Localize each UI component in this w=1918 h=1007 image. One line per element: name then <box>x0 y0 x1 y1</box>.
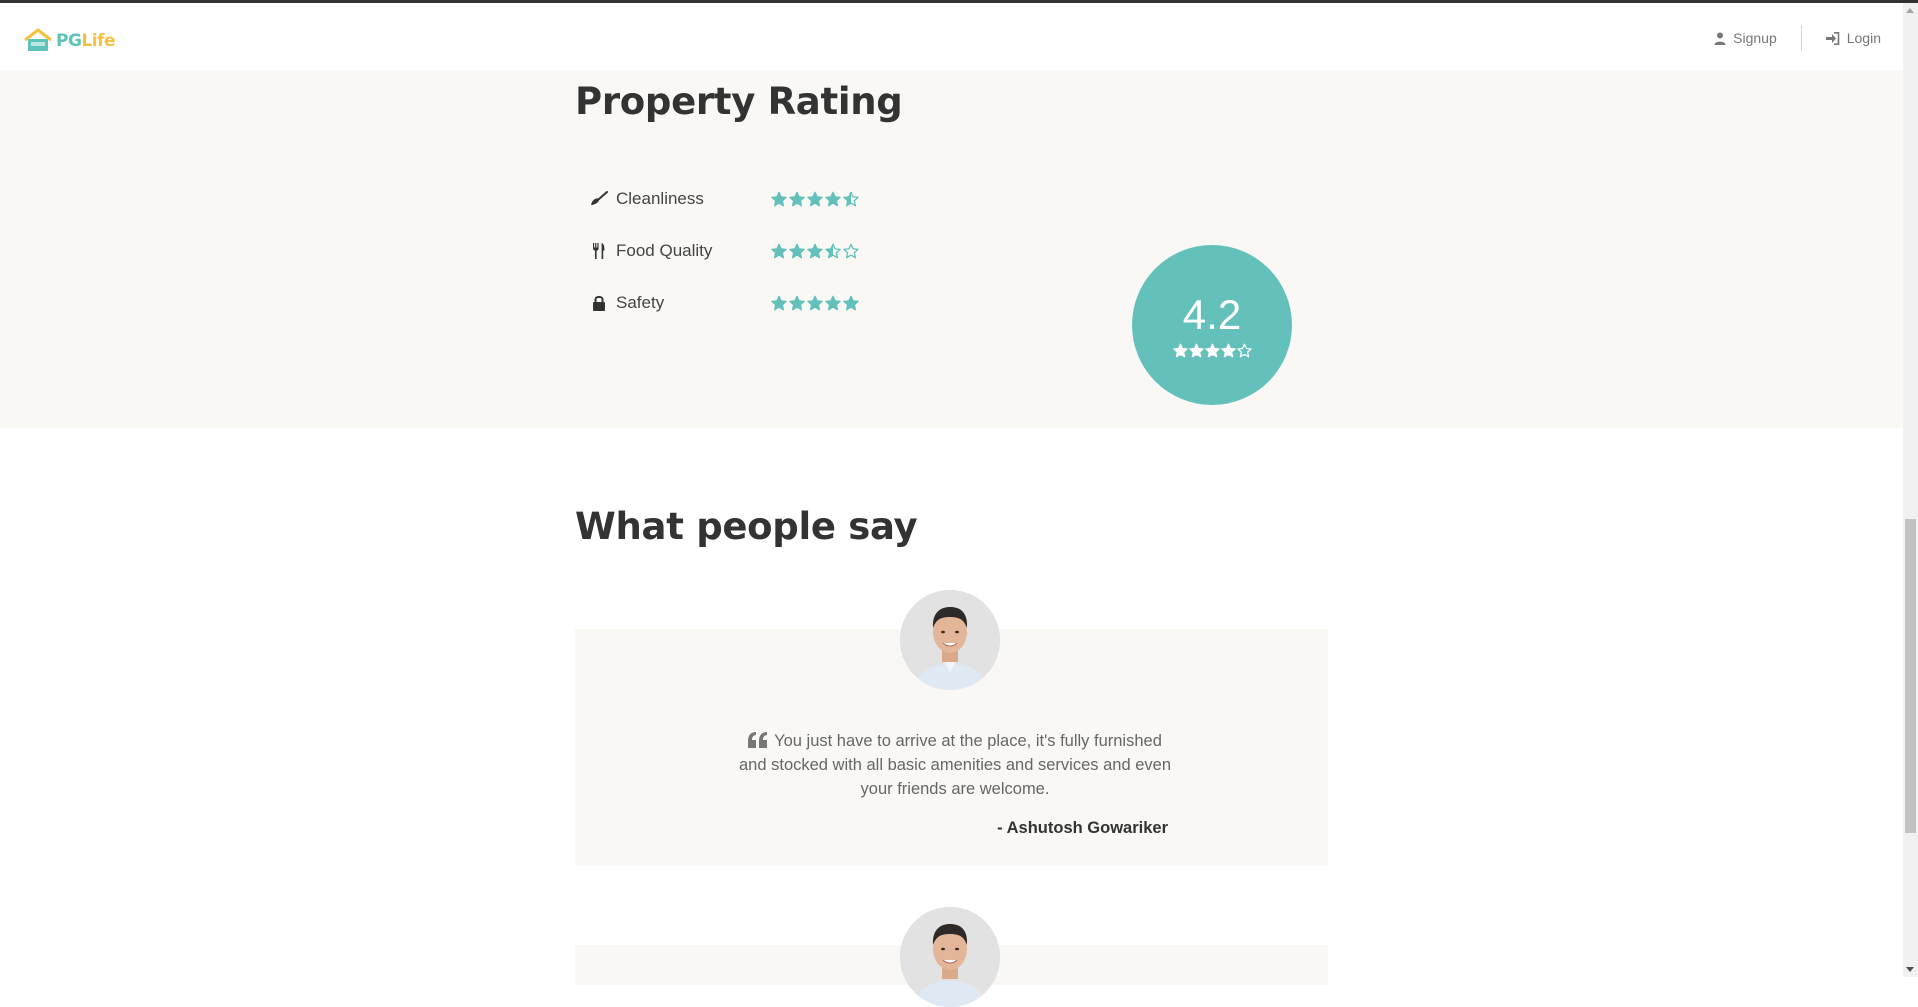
signup-label: Signup <box>1733 30 1777 46</box>
signup-link[interactable]: Signup <box>1690 30 1801 46</box>
overall-rating-circle: 4.2 <box>1132 245 1292 405</box>
star-full-icon <box>807 243 823 259</box>
property-rating-section: Property Rating Cleanliness Food Quality… <box>0 70 1903 428</box>
rating-row-safety: Safety <box>590 293 859 313</box>
login-label: Login <box>1846 30 1881 46</box>
star-full-icon <box>789 295 805 311</box>
testimonials-title: What people say <box>575 505 918 548</box>
rating-row-food-quality: Food Quality <box>590 241 859 261</box>
user-icon <box>1714 32 1726 45</box>
star-rating <box>771 191 859 207</box>
overall-star-rating <box>1172 343 1252 358</box>
navbar: PGLife Signup Login <box>0 3 1903 70</box>
scroll-thumb[interactable] <box>1905 519 1916 833</box>
property-rating-title: Property Rating <box>575 80 903 123</box>
rating-row-cleanliness: Cleanliness <box>590 189 859 209</box>
logo-text: PGLife <box>56 31 116 51</box>
avatar <box>900 907 1000 1007</box>
star-full-icon <box>771 243 787 259</box>
star-full-icon <box>789 243 805 259</box>
broom-icon <box>590 190 608 208</box>
star-full-icon <box>1220 343 1236 357</box>
star-full-icon <box>771 295 787 311</box>
star-empty-icon <box>843 243 859 259</box>
scroll-up-arrow-icon[interactable] <box>1906 8 1914 13</box>
nav-links: Signup Login <box>1690 25 1881 51</box>
sign-in-icon <box>1825 31 1840 45</box>
testimonial-text: You just have to arrive at the place, it… <box>739 732 1171 798</box>
avatar <box>900 590 1000 690</box>
page-scrollbar[interactable] <box>1903 3 1918 977</box>
testimonial-author: - Ashutosh Gowariker <box>997 819 1168 837</box>
star-full-icon <box>771 191 787 207</box>
testimonial-card <box>575 907 1328 1007</box>
star-full-icon <box>825 191 841 207</box>
star-full-icon <box>807 191 823 207</box>
star-full-icon <box>1172 343 1188 357</box>
star-rating <box>771 243 859 259</box>
rating-label: Safety <box>616 293 665 312</box>
star-half-icon <box>843 191 859 207</box>
star-full-icon <box>843 295 859 311</box>
star-full-icon <box>789 191 805 207</box>
rating-label: Food Quality <box>616 241 713 260</box>
star-full-icon <box>807 295 823 311</box>
quote-left-icon <box>748 732 768 748</box>
lock-icon <box>590 294 608 312</box>
star-rating <box>771 295 859 311</box>
star-full-icon <box>1204 343 1220 357</box>
star-full-icon <box>825 295 841 311</box>
login-link[interactable]: Login <box>1802 30 1881 46</box>
star-half-icon <box>825 243 841 259</box>
logo[interactable]: PGLife <box>22 25 116 57</box>
scroll-down-arrow-icon[interactable] <box>1906 967 1914 972</box>
star-empty-icon <box>1236 343 1252 357</box>
rating-label: Cleanliness <box>616 189 704 208</box>
utensils-icon <box>590 242 608 260</box>
testimonial-card: You just have to arrive at the place, it… <box>575 590 1328 866</box>
star-full-icon <box>1188 343 1204 357</box>
testimonial-quote: You just have to arrive at the place, it… <box>735 729 1175 801</box>
overall-score: 4.2 <box>1182 290 1242 338</box>
house-logo-icon <box>24 28 52 51</box>
